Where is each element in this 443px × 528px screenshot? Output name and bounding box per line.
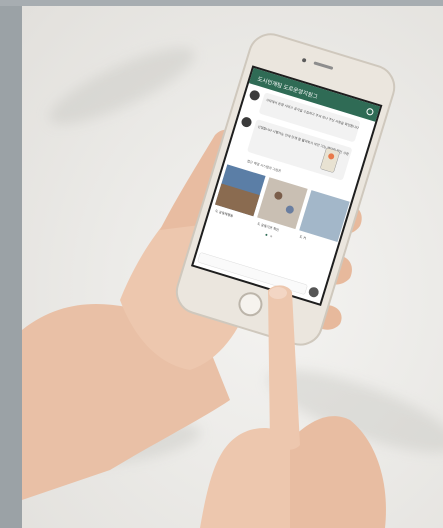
hands-and-phone-illustration: 도시인재팀 도로운영지원그 시작에서 운영 서비스 공식을 수집하고 주셔 보나… bbox=[22, 33, 396, 528]
photo-frame: 도시인재팀 도로운영지원그 시작에서 운영 서비스 공식을 수집하고 주셔 보나… bbox=[0, 0, 443, 528]
right-hand-fingers bbox=[290, 416, 386, 528]
fingernail bbox=[269, 287, 287, 299]
